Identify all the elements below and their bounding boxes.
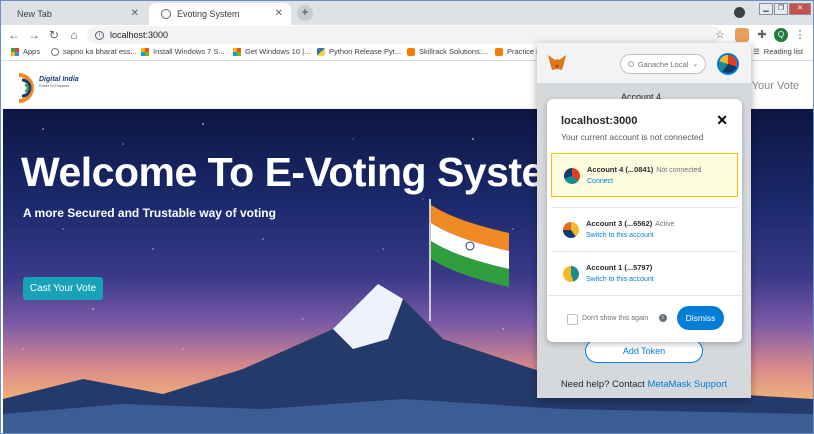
- connect-account-dialog: localhost:3000 ✕ Your current account is…: [547, 99, 742, 342]
- metamask-extension-icon[interactable]: [735, 28, 749, 42]
- network-selector[interactable]: Ganache Local ⌄: [620, 54, 706, 74]
- microsoft-icon: [141, 47, 149, 56]
- close-tab-icon[interactable]: ✕: [131, 8, 139, 19]
- bookmark-label: Get Windows 10 |...: [245, 47, 311, 56]
- forward-icon[interactable]: →: [27, 28, 41, 42]
- globe-icon: [161, 9, 171, 19]
- account-name-text: Account 1 (...5797): [586, 263, 653, 272]
- account-name-text: Account 3 (...6562): [586, 219, 653, 228]
- back-icon[interactable]: ←: [7, 28, 21, 42]
- account-name: Account 1 (...5797): [586, 263, 652, 272]
- python-icon: [317, 47, 325, 56]
- blogger-icon: [407, 47, 415, 56]
- switch-account-link[interactable]: Switch to this account: [586, 232, 654, 239]
- account-identicon: [564, 168, 580, 184]
- bookmark-item[interactable]: Get Windows 10 |...: [233, 47, 310, 56]
- browser-window: New Tab ✕ Evoting System ✕ + ▁ ❐ ✕ ← → ↻…: [0, 0, 814, 434]
- bookmark-star-icon[interactable]: ☆: [713, 28, 727, 42]
- metamask-fox-icon: [548, 55, 566, 70]
- bookmark-item[interactable]: Install Windows 7 S...: [141, 47, 225, 56]
- bookmark-label: sapno ka bharat ess...: [63, 47, 137, 56]
- close-tab-icon[interactable]: ✕: [275, 8, 283, 19]
- new-tab-button[interactable]: +: [297, 5, 313, 21]
- metamask-support-link[interactable]: MetaMask Support: [647, 379, 727, 390]
- menu-kebab-icon[interactable]: ⋮: [793, 28, 807, 42]
- help-text: Need help? Contact MetaMask Support: [537, 379, 751, 390]
- account-name: Account 4 (...0841) Not connected: [587, 165, 701, 174]
- cast-vote-button[interactable]: Cast Your Vote: [23, 277, 103, 300]
- account-name-text: Account 4 (...0841): [587, 165, 654, 174]
- network-name: Ganache Local: [637, 59, 689, 69]
- reading-list-button[interactable]: ☰ Reading list: [753, 47, 803, 56]
- home-icon[interactable]: ⌂: [67, 28, 81, 42]
- minimize-button[interactable]: ▁: [759, 3, 773, 15]
- window-controls: ▁ ❐ ✕: [759, 3, 811, 15]
- blogger-icon: [495, 47, 503, 56]
- hero-subtitle: A more Secured and Trustable way of voti…: [23, 206, 276, 220]
- account-row-3[interactable]: Account 3 (...6562) Active Switch to this…: [551, 207, 738, 251]
- account-identicon: [563, 222, 579, 238]
- network-status-icon: [627, 61, 634, 67]
- hero-title: Welcome To E-Voting Syste: [21, 149, 544, 195]
- dialog-title: localhost:3000: [561, 115, 638, 127]
- connect-link[interactable]: Connect: [587, 178, 613, 185]
- bookmark-label: Install Windows 7 S...: [153, 47, 225, 56]
- globe-icon: [51, 47, 59, 56]
- maximize-button[interactable]: ❐: [774, 3, 788, 15]
- tab-title: New Tab: [17, 9, 52, 19]
- site-info-icon[interactable]: i: [95, 30, 104, 40]
- nav-cast-vote-link[interactable]: t Your Vote: [746, 80, 799, 92]
- reading-list-label: Reading list: [763, 47, 803, 56]
- dont-show-label: Don't show this again: [582, 315, 649, 322]
- account-identicon: [563, 266, 579, 282]
- switch-account-link[interactable]: Switch to this account: [586, 276, 654, 283]
- address-bar[interactable]: i localhost:3000: [87, 26, 721, 44]
- logo-text: Digital India: [39, 76, 79, 83]
- bookmark-item[interactable]: Skillrack Solutions:...: [407, 47, 488, 56]
- bookmark-label: Apps: [23, 47, 41, 56]
- close-window-button[interactable]: ✕: [789, 3, 811, 15]
- account-identicon[interactable]: [717, 53, 739, 75]
- url-text: localhost:3000: [110, 30, 169, 40]
- bookmark-label: Python Release Pyt...: [329, 47, 402, 56]
- metamask-header: Ganache Local ⌄: [537, 43, 751, 83]
- tab-new-tab[interactable]: New Tab ✕: [5, 3, 147, 25]
- account-row-4[interactable]: Account 4 (...0841) Not connected Connect: [551, 153, 738, 197]
- microsoft-icon: [233, 47, 241, 56]
- reading-list-icon: ☰: [753, 47, 760, 56]
- logo-tagline: Power To Empower: [39, 84, 70, 88]
- add-token-button[interactable]: Add Token: [585, 339, 703, 363]
- reload-icon[interactable]: ↻: [47, 28, 61, 42]
- account-row-1[interactable]: Account 1 (...5797) Switch to this accou…: [551, 251, 738, 295]
- account-name: Account 3 (...6562) Active: [586, 219, 674, 228]
- dialog-description: Your current account is not connected: [561, 132, 704, 142]
- tab-title: Evoting System: [177, 9, 240, 19]
- account-status: Not connected: [656, 167, 702, 174]
- apps-grid-icon: [11, 47, 19, 56]
- dialog-footer: Don't show this again i Dismiss: [547, 295, 742, 342]
- tab-evoting-system[interactable]: Evoting System ✕: [149, 3, 291, 25]
- bookmark-item[interactable]: sapno ka bharat ess...: [51, 47, 137, 56]
- bookmark-label: Skillrack Solutions:...: [419, 47, 489, 56]
- chevron-down-icon: ⌄: [692, 61, 699, 68]
- profile-avatar[interactable]: Q: [774, 28, 788, 42]
- help-prefix: Need help? Contact: [560, 379, 648, 390]
- dont-show-checkbox[interactable]: [567, 314, 578, 325]
- account-status: Active: [655, 221, 675, 228]
- info-icon[interactable]: i: [659, 314, 667, 322]
- dismiss-button[interactable]: Dismiss: [677, 306, 724, 330]
- record-icon[interactable]: [734, 7, 745, 18]
- tab-strip: New Tab ✕ Evoting System ✕ + ▁ ❐ ✕: [1, 1, 813, 25]
- bookmark-item[interactable]: Python Release Pyt...: [317, 47, 401, 56]
- close-icon[interactable]: ✕: [716, 112, 728, 129]
- browser-toolbar: ← → ↻ ⌂ i localhost:3000 ☆ ✚ Q ⋮: [1, 25, 813, 45]
- bookmark-apps[interactable]: Apps: [11, 47, 40, 56]
- extensions-puzzle-icon[interactable]: ✚: [755, 28, 769, 42]
